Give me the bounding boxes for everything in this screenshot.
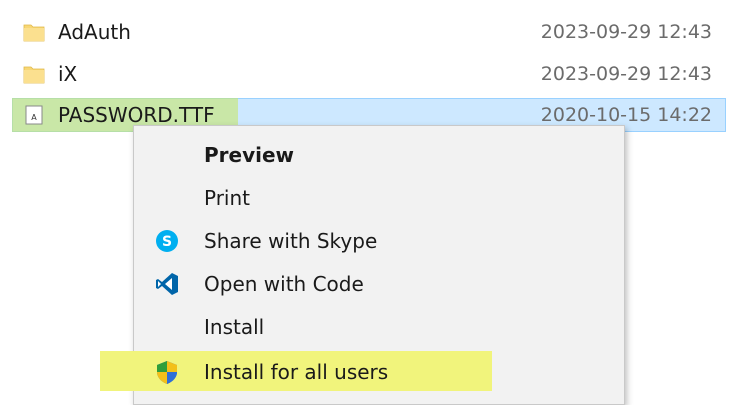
menu-item-open-with-code[interactable]: Open with Code <box>134 263 624 303</box>
svg-text:A: A <box>31 113 37 122</box>
menu-item-label: Install <box>204 315 265 339</box>
menu-item-label: Install for all users <box>204 360 389 384</box>
font-file-icon: A <box>25 105 43 125</box>
menu-item-print[interactable]: Print <box>134 177 624 217</box>
file-name: iX <box>58 62 78 86</box>
vscode-icon <box>156 273 178 295</box>
skype-icon: S <box>156 230 178 252</box>
menu-item-label: Print <box>204 186 251 210</box>
file-date: 2023-09-29 12:43 <box>540 21 712 43</box>
context-menu: Preview Print S Share with Skype Open wi… <box>100 125 625 405</box>
file-date: 2023-09-29 12:43 <box>540 63 712 85</box>
menu-item-label: Share with Skype <box>204 229 378 253</box>
menu-item-share-skype[interactable]: S Share with Skype <box>134 220 624 260</box>
menu-item-install[interactable]: Install <box>134 306 624 346</box>
file-name: PASSWORD.TTF <box>58 103 215 127</box>
folder-icon <box>23 66 45 84</box>
menu-item-install-all-users[interactable]: Install for all users <box>100 351 492 391</box>
file-date: 2020-10-15 14:22 <box>540 104 712 126</box>
folder-icon <box>23 24 45 42</box>
svg-text:S: S <box>162 234 172 250</box>
menu-item-label: Preview <box>204 143 295 167</box>
file-row-adauth[interactable]: AdAuth 2023-09-29 12:43 <box>12 15 726 49</box>
file-row-ix[interactable]: iX 2023-09-29 12:43 <box>12 57 726 91</box>
uac-shield-icon <box>157 361 177 384</box>
file-name: AdAuth <box>58 20 131 44</box>
menu-item-label: Open with Code <box>204 272 364 296</box>
menu-item-preview[interactable]: Preview <box>134 134 624 174</box>
